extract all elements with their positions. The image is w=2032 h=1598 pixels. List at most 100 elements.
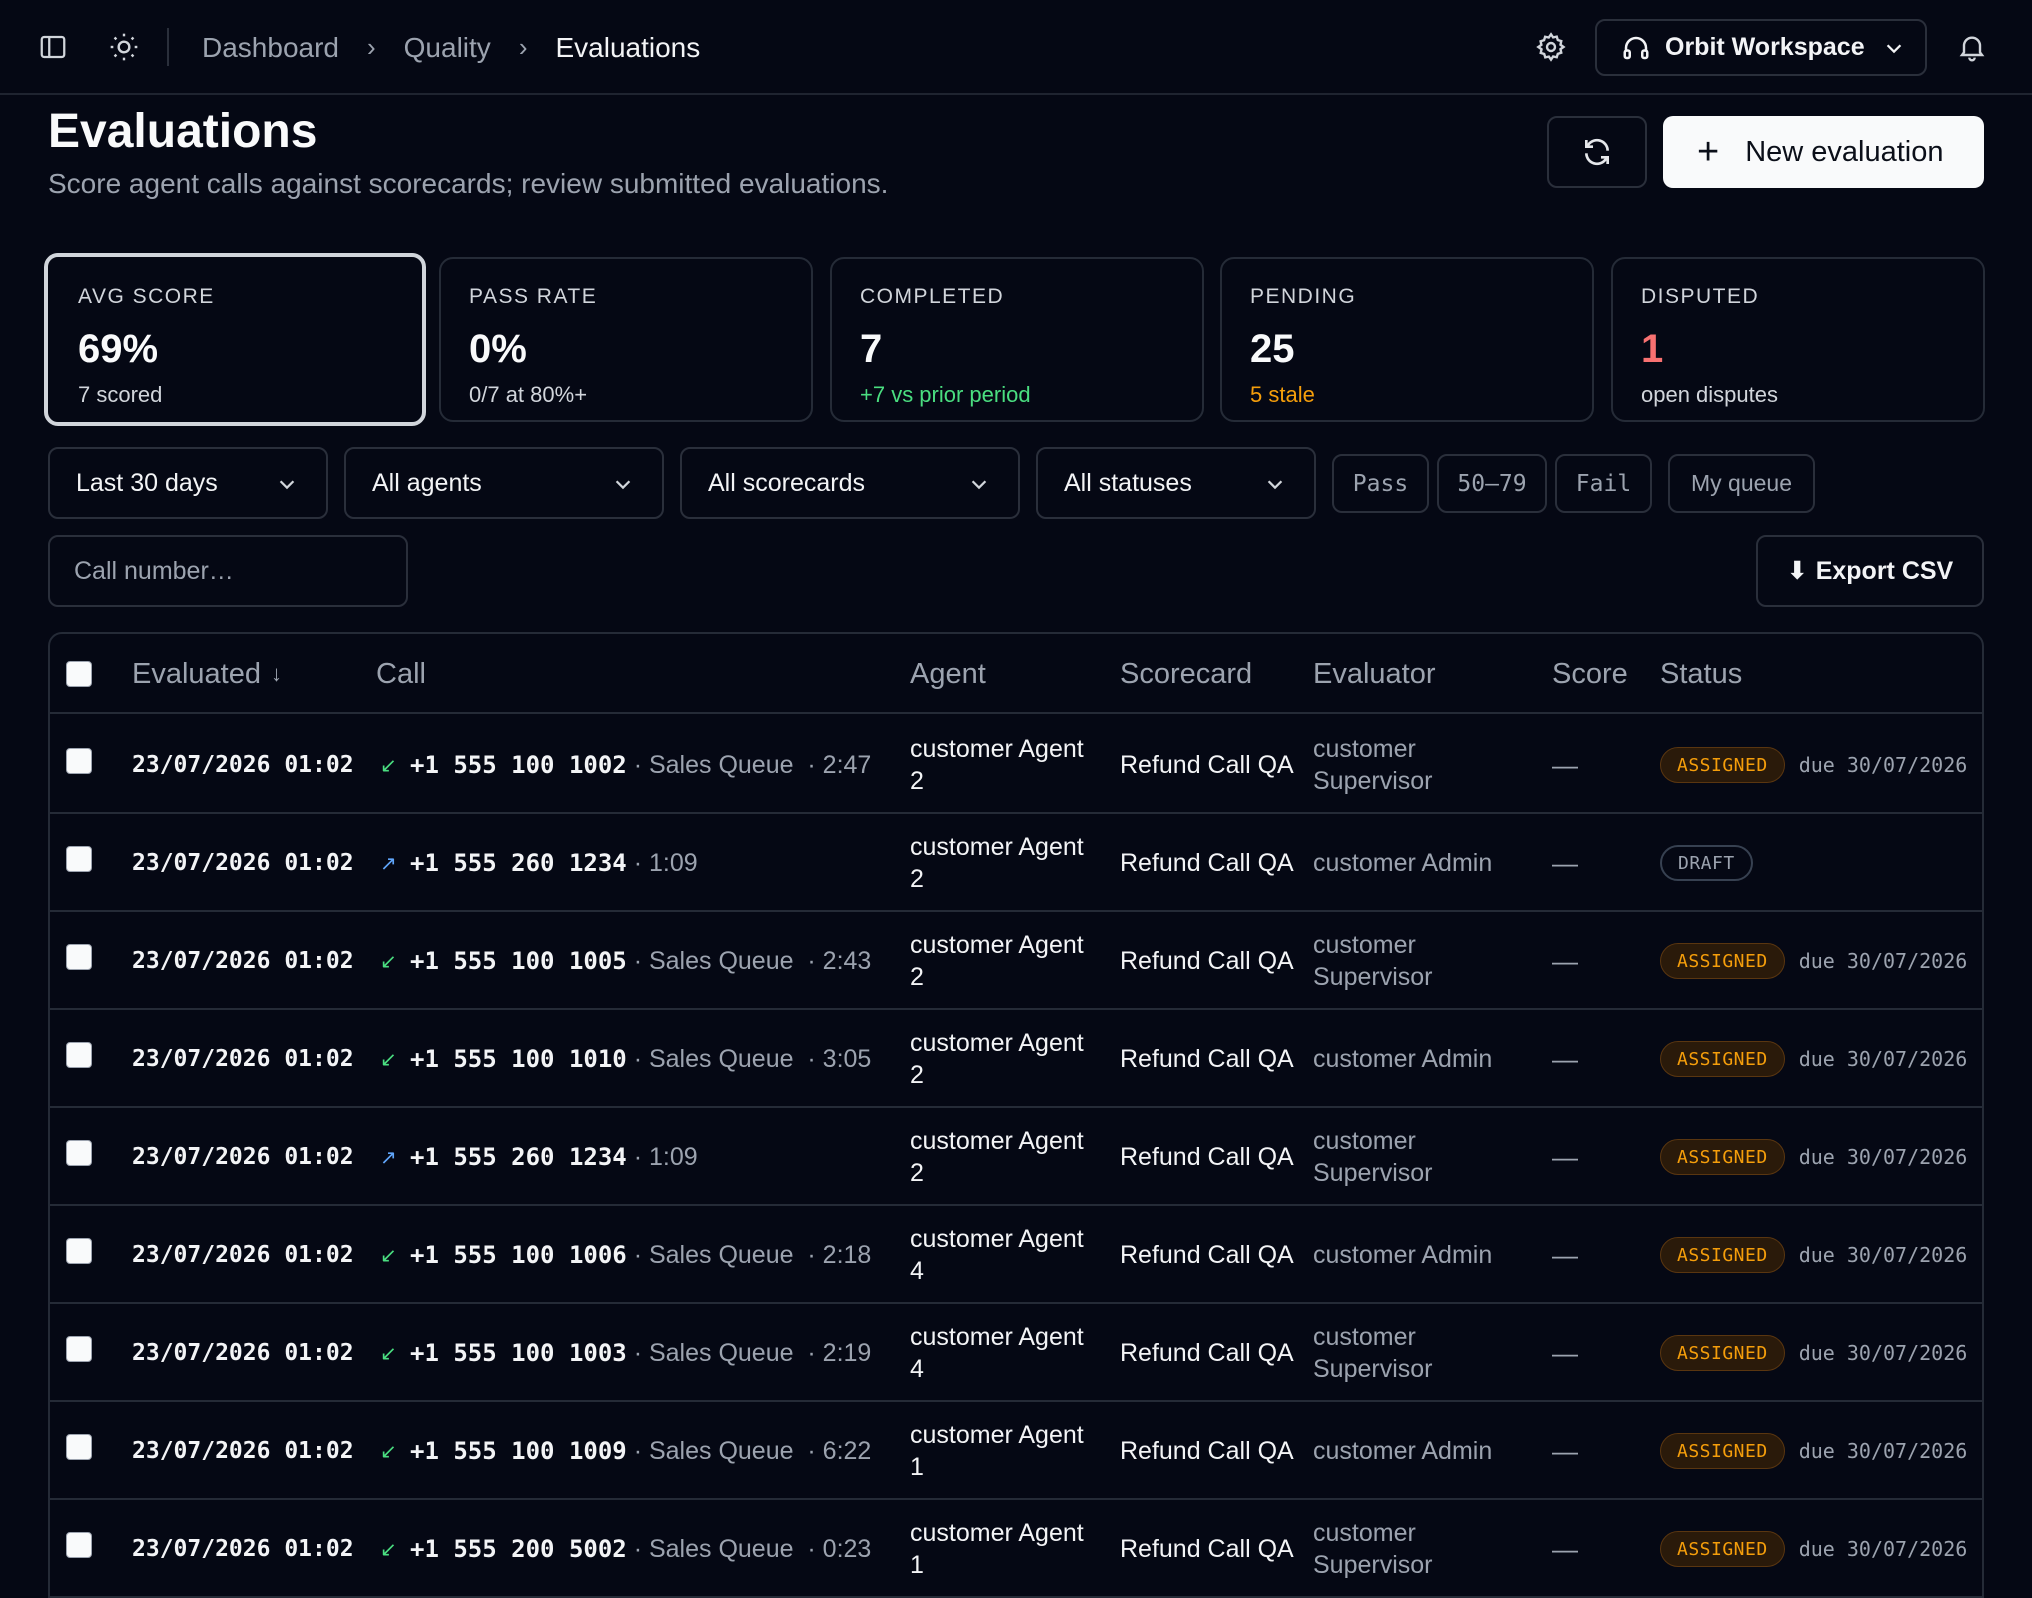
call-meta: · Sales Queue · 3:05 xyxy=(626,1044,872,1073)
stat-card-pending[interactable]: PENDING 25 5 stale xyxy=(1220,257,1594,422)
evaluated-date: 23/07/2026 01:02 xyxy=(132,1144,354,1170)
evaluated-date: 23/07/2026 01:02 xyxy=(132,948,354,974)
table-row[interactable]: 23/07/2026 01:02 ↙ +1 555 200 5002 · Sales… xyxy=(50,1500,1982,1598)
breadcrumb-quality[interactable]: Quality xyxy=(404,32,491,64)
call-cell[interactable]: ↙ +1 555 100 1009 · Sales Queue · 6:22 xyxy=(380,1402,871,1500)
stat-card-pass-rate[interactable]: PASS RATE 0% 0/7 at 80%+ xyxy=(439,257,813,422)
chevron-down-icon xyxy=(971,480,987,490)
status-badge: ASSIGNED xyxy=(1660,1335,1785,1371)
call-cell[interactable]: ↙ +1 555 100 1005 · Sales Queue · 2:43 xyxy=(380,912,871,1010)
table-row[interactable]: 23/07/2026 01:02 ↙ +1 555 100 1010 · Sales… xyxy=(50,1010,1982,1108)
stat-label: COMPLETED xyxy=(860,285,1005,308)
stat-note: open disputes xyxy=(1641,382,1778,407)
score-value: — xyxy=(1552,1533,1578,1564)
row-checkbox[interactable] xyxy=(66,846,92,872)
sort-down-icon: ↓ xyxy=(271,661,282,686)
inbound-call-icon: ↙ xyxy=(380,754,397,777)
row-checkbox[interactable] xyxy=(66,1042,92,1068)
filter-chip-50-79[interactable]: 50–79 xyxy=(1437,454,1547,513)
sun-icon[interactable] xyxy=(104,27,144,67)
stat-card-completed[interactable]: COMPLETED 7 +7 vs prior period xyxy=(830,257,1204,422)
call-number-search-input[interactable] xyxy=(48,535,408,607)
score-value: — xyxy=(1552,1141,1578,1172)
table-row[interactable]: 23/07/2026 01:02 ↙ +1 555 100 1009 · Sales… xyxy=(50,1402,1982,1500)
due-date: due 30/07/2026 xyxy=(1798,949,1968,973)
row-checkbox[interactable] xyxy=(66,748,92,774)
stat-note: 5 stale xyxy=(1250,382,1315,407)
status-cell: ASSIGNED due 30/07/2026 xyxy=(1660,1010,1967,1108)
evaluator-name: customer Admin xyxy=(1313,1437,1493,1465)
status-badge: ASSIGNED xyxy=(1660,1139,1785,1175)
due-date: due 30/07/2026 xyxy=(1798,1537,1968,1561)
table-header: Evaluated ↓ Call Agent Scorecard Evaluat… xyxy=(50,634,1982,714)
refresh-button[interactable] xyxy=(1547,116,1647,188)
call-cell[interactable]: ↙ +1 555 100 1010 · Sales Queue · 3:05 xyxy=(380,1010,871,1108)
score-value: — xyxy=(1552,1337,1578,1368)
filter-chip-fail[interactable]: Fail xyxy=(1555,454,1652,513)
export-csv-button[interactable]: ⬇ Export CSV xyxy=(1756,535,1984,607)
select-all-checkbox[interactable] xyxy=(66,661,92,687)
status-select-value: All statuses xyxy=(1064,468,1192,497)
table-row[interactable]: 23/07/2026 01:02 ↙ +1 555 100 1002 · Sales… xyxy=(50,716,1982,814)
scorecard-select[interactable]: All scorecards xyxy=(680,447,1020,519)
new-evaluation-label: New evaluation xyxy=(1745,135,1944,168)
table-row[interactable]: 23/07/2026 01:02 ↗ +1 555 260 1234 · 1:09 c… xyxy=(50,1108,1982,1206)
table-row[interactable]: 23/07/2026 01:02 ↙ +1 555 100 1005 · Sales… xyxy=(50,912,1982,1010)
scorecard-select-value: All scorecards xyxy=(708,468,865,497)
score-value: — xyxy=(1552,1239,1578,1270)
breadcrumb-dashboard[interactable]: Dashboard xyxy=(202,32,339,64)
scorecard-name: Refund Call QA xyxy=(1120,849,1294,877)
workspace-switcher[interactable]: Orbit Workspace xyxy=(1595,19,1927,76)
status-badge: ASSIGNED xyxy=(1660,1433,1785,1469)
top-bar: Dashboard › Quality › Evaluations Orbit … xyxy=(0,0,2032,95)
agent-name: customer Agent 2 xyxy=(910,931,1084,991)
status-select[interactable]: All statuses xyxy=(1036,447,1316,519)
period-select[interactable]: Last 30 days xyxy=(48,447,328,519)
evaluated-date: 23/07/2026 01:02 xyxy=(132,752,354,778)
agent-name: customer Agent 4 xyxy=(910,1225,1084,1285)
stat-value: 25 xyxy=(1250,327,1295,371)
status-cell: ASSIGNED due 30/07/2026 xyxy=(1660,1500,1967,1598)
stat-value: 0% xyxy=(469,327,527,371)
workspace-label: Orbit Workspace xyxy=(1665,33,1865,61)
stat-value: 1 xyxy=(1641,327,1664,371)
stat-card-avg-score[interactable]: AVG SCORE 69% 7 scored xyxy=(44,253,426,426)
filter-chip-my-queue[interactable]: My queue xyxy=(1668,454,1815,513)
call-meta: · 1:09 xyxy=(626,848,698,877)
call-cell[interactable]: ↙ +1 555 100 1006 · Sales Queue · 2:18 xyxy=(380,1206,871,1304)
agent-select[interactable]: All agents xyxy=(344,447,664,519)
bell-icon[interactable] xyxy=(1952,27,1992,67)
new-evaluation-button[interactable]: + New evaluation xyxy=(1663,116,1984,188)
call-number: +1 555 100 1005 xyxy=(410,947,627,975)
score-value: — xyxy=(1552,1435,1578,1466)
call-cell[interactable]: ↙ +1 555 100 1002 · Sales Queue · 2:47 xyxy=(380,716,871,814)
column-header-agent: Agent xyxy=(910,657,986,690)
agent-name: customer Agent 2 xyxy=(910,1029,1084,1089)
row-checkbox[interactable] xyxy=(66,1532,92,1558)
table-row[interactable]: 23/07/2026 01:02 ↙ +1 555 100 1003 · Sales… xyxy=(50,1304,1982,1402)
sidebar-toggle-icon[interactable] xyxy=(33,27,73,67)
table-row[interactable]: 23/07/2026 01:02 ↗ +1 555 260 1234 · 1:09 c… xyxy=(50,814,1982,912)
refresh-icon xyxy=(1585,138,1609,166)
row-checkbox[interactable] xyxy=(66,944,92,970)
call-cell[interactable]: ↙ +1 555 100 1003 · Sales Queue · 2:19 xyxy=(380,1304,871,1402)
call-cell[interactable]: ↙ +1 555 200 5002 · Sales Queue · 0:23 xyxy=(380,1500,871,1598)
row-checkbox[interactable] xyxy=(66,1238,92,1264)
stat-card-disputed[interactable]: DISPUTED 1 open disputes xyxy=(1611,257,1985,422)
call-cell[interactable]: ↗ +1 555 260 1234 · 1:09 xyxy=(380,1108,698,1206)
row-checkbox[interactable] xyxy=(66,1336,92,1362)
status-cell: ASSIGNED due 30/07/2026 xyxy=(1660,1206,1967,1304)
gear-icon[interactable] xyxy=(1531,27,1571,67)
call-cell[interactable]: ↗ +1 555 260 1234 · 1:09 xyxy=(380,814,698,912)
stat-value: 69% xyxy=(78,327,159,371)
evaluator-name: customer Admin xyxy=(1313,849,1493,877)
status-badge: ASSIGNED xyxy=(1660,747,1785,783)
row-checkbox[interactable] xyxy=(66,1140,92,1166)
evaluated-date: 23/07/2026 01:02 xyxy=(132,1438,354,1464)
row-checkbox[interactable] xyxy=(66,1434,92,1460)
scorecard-name: Refund Call QA xyxy=(1120,1535,1294,1563)
filter-chip-pass[interactable]: Pass xyxy=(1332,454,1429,513)
column-header-evaluated[interactable]: Evaluated ↓ xyxy=(132,634,282,714)
table-row[interactable]: 23/07/2026 01:02 ↙ +1 555 100 1006 · Sales… xyxy=(50,1206,1982,1304)
stat-label: AVG SCORE xyxy=(78,285,215,308)
